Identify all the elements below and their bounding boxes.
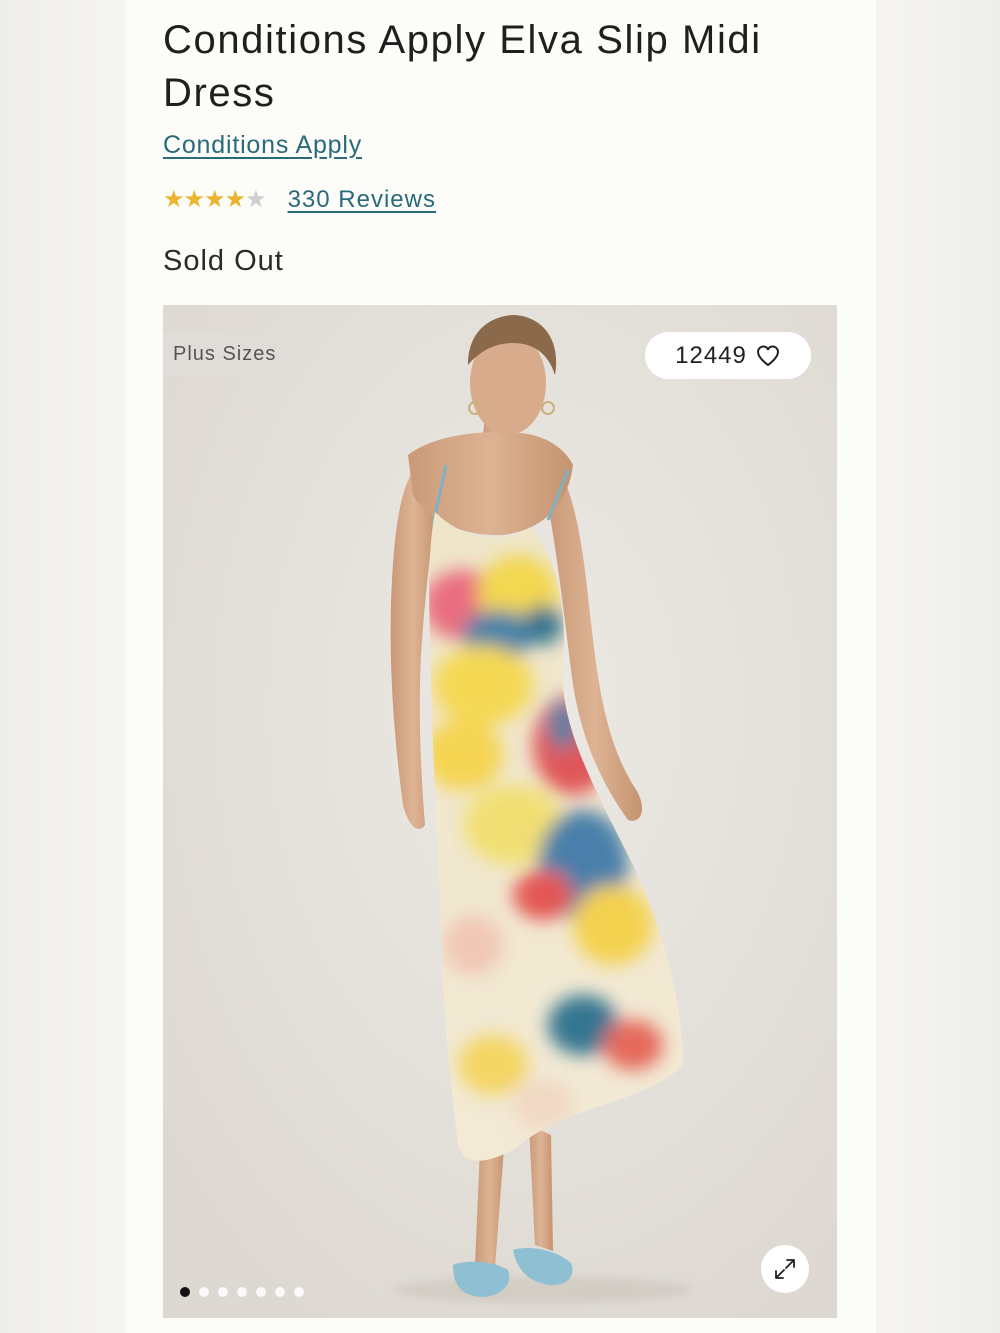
star-empty-icon: ★ bbox=[245, 186, 266, 213]
likes-count: 12449 bbox=[675, 341, 747, 369]
star-filled-icon: ★ bbox=[224, 186, 246, 213]
gallery-dot[interactable] bbox=[218, 1287, 228, 1297]
rating-stars: ★ ★ ★ ★ ★ bbox=[163, 186, 267, 214]
expand-icon bbox=[775, 1259, 795, 1279]
brand-link[interactable]: Conditions Apply bbox=[163, 131, 362, 160]
star-filled-icon: ★ bbox=[163, 186, 184, 213]
availability-status: Sold Out bbox=[163, 245, 284, 277]
gallery-dot[interactable] bbox=[294, 1287, 304, 1297]
heart-icon bbox=[756, 345, 779, 366]
gallery-dot[interactable] bbox=[275, 1287, 285, 1297]
page-margin-left bbox=[0, 0, 126, 1333]
product-page: Conditions Apply Elva Slip Midi Dress Co… bbox=[126, 0, 876, 1333]
gallery-dot[interactable] bbox=[237, 1287, 247, 1297]
gallery-dot[interactable] bbox=[199, 1287, 209, 1297]
star-filled-icon: ★ bbox=[183, 186, 205, 213]
gallery-pagination bbox=[180, 1287, 304, 1297]
page-margin-right bbox=[876, 0, 1000, 1333]
plus-sizes-badge: Plus Sizes bbox=[163, 333, 287, 376]
expand-image-button[interactable] bbox=[761, 1245, 809, 1293]
reviews-link[interactable]: 330 Reviews bbox=[288, 186, 436, 214]
favorite-button[interactable]: 12449 bbox=[645, 332, 811, 379]
product-title: Conditions Apply Elva Slip Midi Dress bbox=[163, 18, 762, 115]
gallery-dot[interactable] bbox=[256, 1287, 266, 1297]
gallery-dot[interactable] bbox=[180, 1287, 190, 1297]
star-filled-icon: ★ bbox=[204, 186, 225, 213]
product-photo bbox=[163, 305, 837, 1318]
product-image-gallery[interactable]: Plus Sizes 12449 bbox=[163, 305, 837, 1318]
product-rating: ★ ★ ★ ★ ★ 330 Reviews bbox=[163, 186, 436, 214]
